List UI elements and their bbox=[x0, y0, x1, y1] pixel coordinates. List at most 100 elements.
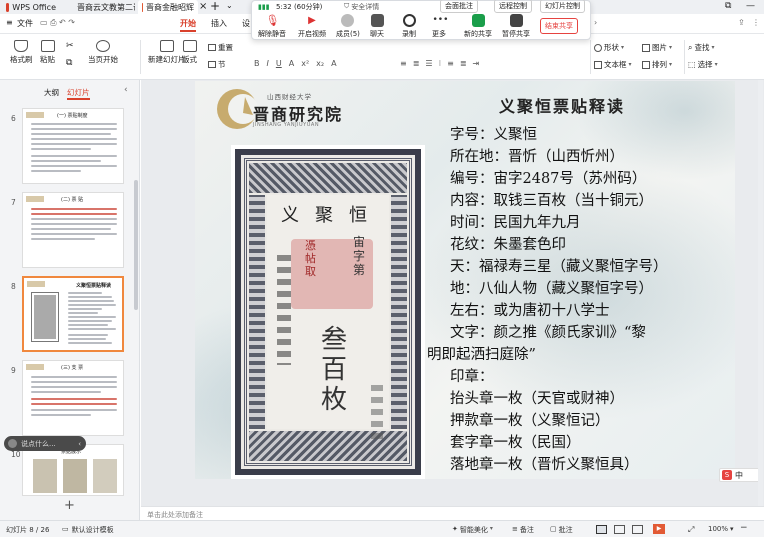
thumb-image bbox=[63, 459, 87, 493]
thumb-line bbox=[31, 233, 117, 235]
beautify-button[interactable]: ✦ 智能美化 ▾ bbox=[452, 525, 493, 535]
add-slide-button[interactable]: + bbox=[64, 498, 75, 513]
pause-share-button[interactable]: 暂停共享 bbox=[502, 14, 530, 39]
status-bar: 幻灯片 8 / 26 ▭ 默认设计模板 ✦ 智能美化 ▾ ≡ 备注 ▢ 批注 ▶ ⤢ 10… bbox=[0, 520, 764, 537]
shape-button[interactable]: 形状 ▾ bbox=[594, 42, 624, 53]
security-details[interactable]: ⛉ 安全详情 bbox=[344, 2, 379, 12]
doc-tab-1[interactable]: 晋商云文教第二课: 晋商金融昭辉 bbox=[70, 0, 135, 14]
quick-access-icons[interactable]: ▭ ⎙ ↶ ↷ bbox=[40, 18, 75, 28]
notes-toggle[interactable]: ≡ 备注 bbox=[512, 525, 534, 535]
seal-thumb bbox=[26, 112, 44, 118]
annotate-button[interactable]: 会面批注 bbox=[440, 0, 478, 13]
select-button[interactable]: ⬚ 选择 ▾ bbox=[688, 59, 718, 70]
zoom-out-icon[interactable]: − bbox=[740, 523, 748, 533]
slide-text-line: 花纹：朱墨套色印 bbox=[450, 237, 566, 253]
tab-design[interactable]: 设 bbox=[242, 18, 250, 29]
banknote-photo: 义 聚 恒 宙字第 憑帖取 叁百枚 bbox=[231, 145, 425, 479]
app-tab[interactable]: WPS Office bbox=[2, 0, 60, 14]
share-icon[interactable]: ⇪ bbox=[738, 18, 745, 27]
thumb-line bbox=[31, 398, 117, 400]
remote-control-button[interactable]: 远程控制 bbox=[494, 0, 532, 13]
zoom-dropdown-icon[interactable]: ▾ bbox=[730, 525, 734, 533]
cut-icon[interactable]: ✂ bbox=[66, 41, 74, 51]
slide-thumb-10[interactable]: 票据展示 bbox=[22, 444, 124, 496]
reading-view-icon[interactable] bbox=[632, 525, 643, 534]
thumb-line bbox=[31, 381, 117, 383]
copy-icon[interactable]: ⧉ bbox=[66, 58, 72, 68]
red-text-column: 憑帖取 bbox=[305, 239, 316, 278]
chat-button[interactable]: 聊天 bbox=[370, 14, 384, 39]
slide-thumbnail-panel: 大纲 幻灯片 ‹ 6 (一) 票贴制度 7 (二) 票 贴 8 义聚恒票贴释读 bbox=[0, 80, 140, 520]
hamburger-icon[interactable]: ≡ bbox=[6, 18, 13, 27]
slide-control-button[interactable]: 幻灯片控制 bbox=[540, 0, 585, 13]
collapse-panel-icon[interactable]: ‹ bbox=[124, 85, 128, 95]
comment-pill[interactable]: 说点什么... ‹ bbox=[4, 436, 86, 451]
banknote-name-1: 义 bbox=[281, 205, 305, 226]
format-brush-button[interactable]: 格式刷 bbox=[10, 40, 33, 65]
new-tab-icon[interactable]: + bbox=[210, 0, 220, 13]
fit-icon[interactable]: ⤢ bbox=[688, 525, 694, 535]
thumb-line bbox=[31, 208, 117, 210]
members-button[interactable]: 成员(5) bbox=[336, 14, 360, 39]
serial-column: 宙字第 bbox=[353, 235, 366, 277]
slide-canvas[interactable]: 山西财经大学 晋商研究院 JINSHANG YANJIUYUAN 义聚恒票贴释读… bbox=[195, 81, 735, 479]
slide-thumb-7[interactable]: (二) 票 贴 bbox=[22, 192, 124, 268]
new-share-button[interactable]: 新的共享 bbox=[464, 14, 492, 39]
slide-thumb-8[interactable]: 义聚恒票贴释读 bbox=[22, 276, 124, 352]
thumb-line bbox=[31, 170, 81, 172]
more-menu-icon[interactable]: ⋮ bbox=[752, 18, 760, 27]
canvas-scrollbar[interactable] bbox=[758, 80, 763, 506]
zoom-level[interactable]: 100% bbox=[708, 525, 728, 533]
meeting-timer: 5:32 (60分钟) bbox=[276, 3, 323, 11]
paste-button[interactable]: 粘贴 bbox=[40, 40, 55, 65]
minimize-icon[interactable]: — bbox=[746, 1, 755, 11]
thumb-line bbox=[68, 292, 102, 294]
end-share-button[interactable]: 结束共享 bbox=[540, 18, 578, 34]
window-menu-icon[interactable]: ⧉ bbox=[725, 1, 731, 11]
template-label[interactable]: ▭ 默认设计模板 bbox=[62, 525, 114, 535]
comments-toggle[interactable]: ▢ 批注 bbox=[550, 525, 573, 535]
sorter-view-icon[interactable] bbox=[614, 525, 625, 534]
doc-tab-2[interactable]: 晋商金融昭辉 bbox=[138, 0, 198, 14]
tab-slides[interactable]: 幻灯片 bbox=[67, 87, 90, 100]
close-tab-icon[interactable]: × bbox=[199, 1, 207, 12]
notes-pane[interactable]: 单击此处添加备注 bbox=[141, 506, 764, 520]
slide-thumb-6[interactable]: (一) 票贴制度 bbox=[22, 108, 124, 184]
thumb-line bbox=[31, 155, 117, 157]
find-button[interactable]: ⌕ 查找 ▾ bbox=[688, 42, 715, 53]
layout-button[interactable]: 版式 bbox=[182, 40, 197, 65]
reset-button[interactable]: 重置 bbox=[208, 42, 233, 53]
thumbnail-scrollbar[interactable] bbox=[134, 180, 138, 310]
tab-insert[interactable]: 插入 bbox=[211, 18, 227, 29]
play-slideshow-icon[interactable]: ▶ bbox=[653, 524, 665, 534]
arrange-button[interactable]: 排列 ▾ bbox=[642, 59, 672, 70]
textbox-button[interactable]: 文本框 ▾ bbox=[594, 59, 632, 70]
textbox-icon bbox=[594, 60, 602, 69]
paragraph-group[interactable]: ≡ ≣ ☰ ⁝ ≡ ≣ ⇥ bbox=[400, 59, 479, 68]
font-format-group[interactable]: B I U Ax² x₂ A bbox=[254, 59, 337, 68]
tab-home[interactable]: 开始 bbox=[180, 18, 196, 32]
more-tabs-icon[interactable]: › bbox=[594, 18, 597, 27]
slide-thumb-9[interactable]: (三) 支 票 bbox=[22, 360, 124, 436]
amount-column: 叁百枚 bbox=[321, 325, 348, 415]
section-icon bbox=[208, 61, 216, 68]
share-screen-icon bbox=[471, 14, 485, 27]
section-button[interactable]: 节 bbox=[208, 59, 226, 70]
file-menu[interactable]: 文件 bbox=[17, 18, 33, 29]
record-button[interactable]: 录制 bbox=[402, 14, 416, 39]
tab-list-icon[interactable]: ⌄ bbox=[226, 1, 233, 10]
thumb-number: 10 bbox=[11, 450, 21, 459]
start-video-button[interactable]: ▶ 开启视频 bbox=[298, 14, 326, 39]
normal-view-icon[interactable] bbox=[596, 525, 607, 534]
ribbon-toolbar: 格式刷 粘贴 ✂ ⧉ 当页开始 新建幻灯片 版式 重置 节 B I U Ax² x₂ A … bbox=[0, 34, 764, 80]
tab-outline[interactable]: 大纲 bbox=[44, 87, 59, 98]
thumb-line bbox=[68, 304, 116, 306]
slide-title: 义聚恒票贴释读 bbox=[499, 97, 626, 116]
from-current-button[interactable]: 当页开始 bbox=[88, 40, 118, 65]
unmute-button[interactable]: 🎙 解除静音 bbox=[258, 14, 286, 39]
picture-button[interactable]: 图片 ▾ bbox=[642, 42, 672, 53]
new-slide-button[interactable]: 新建幻灯片 bbox=[148, 40, 186, 65]
more-button[interactable]: ••• 更多 bbox=[432, 14, 448, 39]
collapse-icon[interactable]: ‹ bbox=[78, 440, 81, 448]
ime-indicator[interactable]: S 中 bbox=[719, 468, 761, 482]
